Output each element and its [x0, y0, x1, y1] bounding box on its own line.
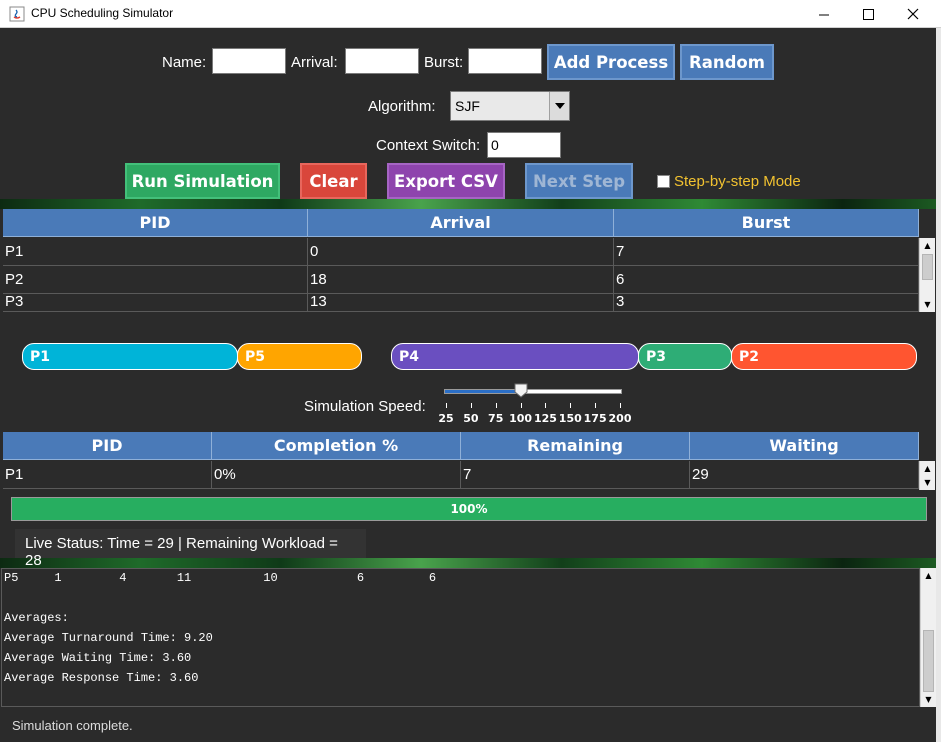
scroll-thumb[interactable] [922, 254, 933, 280]
algorithm-label: Algorithm: [368, 98, 436, 115]
column-header-pid[interactable]: PID [3, 209, 308, 237]
table-cell[interactable]: 29 [690, 461, 919, 489]
table-cell[interactable]: 6 [614, 266, 919, 294]
table-cell[interactable]: 7 [614, 238, 919, 266]
speed-tick [545, 403, 547, 408]
random-button[interactable]: Random [680, 44, 774, 80]
console-line: Averages: [4, 611, 69, 625]
speed-tick [446, 403, 447, 408]
table-cell[interactable]: 13 [308, 294, 614, 312]
background-strip [0, 558, 936, 568]
column-header-pid[interactable]: PID [3, 432, 212, 460]
speed-tick [470, 403, 472, 408]
process-table-scrollbar[interactable]: ▲ ▼ [919, 238, 935, 312]
column-header-arrival[interactable]: Arrival [308, 209, 614, 237]
table-cell[interactable]: 3 [614, 294, 919, 312]
next-step-button[interactable]: Next Step [525, 163, 633, 199]
speed-slider-thumb[interactable] [514, 383, 528, 398]
column-header-completion[interactable]: Completion % [212, 432, 461, 460]
close-icon [907, 8, 919, 20]
progress-bar: 100% [11, 497, 927, 521]
background-strip [0, 199, 936, 209]
arrival-label: Arrival: [291, 54, 338, 71]
column-header-burst[interactable]: Burst [614, 209, 919, 237]
dropdown-arrow[interactable] [549, 92, 569, 120]
speed-tick [570, 403, 572, 408]
close-button[interactable] [890, 0, 936, 28]
context-switch-input[interactable] [487, 132, 561, 158]
scroll-down-icon[interactable]: ▼ [921, 692, 936, 707]
scroll-thumb[interactable] [923, 630, 934, 692]
table-cell[interactable]: P1 [3, 238, 308, 266]
console-scrollbar[interactable]: ▲ ▼ [920, 568, 936, 707]
table-cell[interactable]: 18 [308, 266, 614, 294]
clear-button[interactable]: Clear [300, 163, 367, 199]
minimize-icon [818, 14, 829, 15]
process-table: PID Arrival Burst P1 0 7 P2 18 6 P3 13 3… [3, 209, 936, 312]
gantt-bar-p2: P2 [731, 343, 917, 370]
scroll-down-icon[interactable]: ▼ [920, 475, 935, 490]
gantt-bar-p5: P5 [237, 343, 362, 370]
name-label: Name: [162, 54, 207, 71]
gantt-label: P5 [245, 349, 266, 365]
gantt-bar-p4: P4 [391, 343, 639, 370]
context-switch-label: Context Switch: [376, 137, 481, 154]
arrival-input[interactable] [345, 48, 419, 74]
table-cell[interactable]: P3 [3, 294, 308, 312]
algorithm-select[interactable]: SJF [450, 91, 570, 121]
minimize-button[interactable] [801, 0, 847, 28]
scroll-up-icon[interactable]: ▲ [921, 568, 936, 583]
table-cell[interactable]: P2 [3, 266, 308, 294]
export-csv-button[interactable]: Export CSV [387, 163, 505, 199]
gantt-label: P4 [399, 349, 420, 365]
gantt-bar-p1: P1 [22, 343, 238, 370]
step-mode-checkbox[interactable] [657, 175, 670, 188]
speed-tick [595, 403, 597, 408]
console-line: P5 1 4 11 10 6 6 [4, 571, 437, 585]
live-status: Live Status: Time = 29 | Remaining Workl… [15, 529, 366, 569]
gantt-bar-p3: P3 [638, 343, 732, 370]
maximize-icon [862, 8, 874, 20]
console-line: Average Waiting Time: 3.60 [4, 651, 192, 665]
speed-tick [495, 403, 497, 408]
chevron-down-icon [554, 103, 565, 109]
table-cell[interactable]: 0% [212, 461, 461, 489]
console-output[interactable]: P5 1 4 11 10 6 6 Averages: Average Turnaro… [1, 568, 920, 707]
speed-slider-fill [445, 390, 521, 393]
burst-input[interactable] [468, 48, 542, 74]
table-cell[interactable]: 7 [461, 461, 690, 489]
stats-table: PID Completion % Remaining Waiting P1 0%… [3, 432, 936, 490]
window-frame [936, 28, 941, 742]
scroll-up-icon[interactable]: ▲ [920, 238, 935, 253]
column-header-remaining[interactable]: Remaining [461, 432, 690, 460]
scroll-up-icon[interactable]: ▲ [920, 461, 935, 476]
speed-tick [620, 403, 621, 408]
window-title: CPU Scheduling Simulator [31, 6, 174, 20]
speed-tick-label: 200 [608, 412, 632, 425]
column-header-waiting[interactable]: Waiting [690, 432, 919, 460]
run-simulation-button[interactable]: Run Simulation [125, 163, 280, 199]
algorithm-value: SJF [455, 98, 480, 114]
console-line: Average Turnaround Time: 9.20 [4, 631, 213, 645]
table-cell[interactable]: 0 [308, 238, 614, 266]
progress-text: 100% [450, 502, 488, 516]
table-cell[interactable]: P1 [3, 461, 212, 489]
title-bar: CPU Scheduling Simulator [0, 0, 941, 28]
add-process-button[interactable]: Add Process [547, 44, 675, 80]
burst-label: Burst: [424, 54, 464, 71]
status-bar: Simulation complete. [0, 708, 936, 742]
name-input[interactable] [212, 48, 286, 74]
gantt-label: P1 [30, 349, 51, 365]
stats-table-scrollbar[interactable]: ▲ ▼ [919, 461, 935, 490]
console-line: Average Response Time: 3.60 [4, 671, 199, 685]
speed-label: Simulation Speed: [304, 398, 426, 415]
gantt-label: P3 [646, 349, 667, 365]
speed-tick [520, 403, 522, 408]
maximize-button[interactable] [845, 0, 891, 28]
gantt-label: P2 [739, 349, 760, 365]
java-app-icon [9, 6, 25, 22]
step-mode-label[interactable]: Step-by-step Mode [674, 173, 801, 190]
scroll-down-icon[interactable]: ▼ [920, 297, 935, 312]
speed-slider-track[interactable] [444, 389, 622, 394]
